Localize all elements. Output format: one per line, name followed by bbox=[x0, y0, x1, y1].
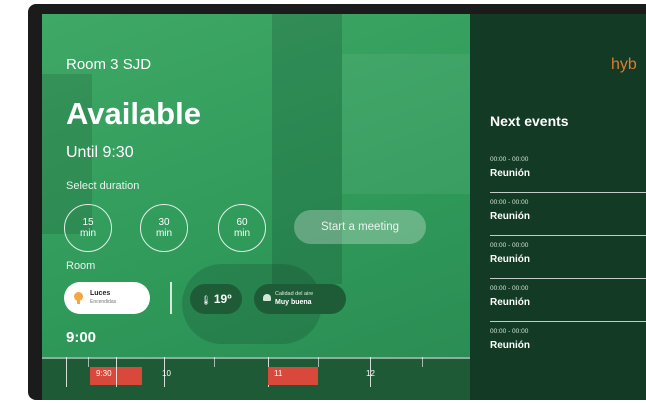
event-title: Reunión bbox=[490, 211, 530, 222]
room-section-label: Room bbox=[66, 260, 96, 272]
lightbulb-icon bbox=[74, 292, 83, 304]
booking-start-label: 9:30 bbox=[96, 369, 112, 378]
thermometer-icon: 🌡︎ bbox=[200, 295, 212, 305]
event-title: Reunión bbox=[490, 297, 530, 308]
day-timeline[interactable]: 9:30 10 11 12 bbox=[42, 357, 470, 400]
timeline-tick bbox=[116, 357, 117, 387]
device-bezel: Room 3 SJD Available Until 9:30 Select d… bbox=[28, 4, 646, 400]
event-item[interactable]: 00:00 - 00:00 Reunión bbox=[490, 236, 646, 279]
controls-divider bbox=[170, 282, 172, 314]
current-time: 9:00 bbox=[66, 329, 97, 346]
timeline-minor-tick bbox=[318, 357, 319, 367]
lights-status: Encendidas bbox=[90, 299, 117, 305]
duration-60-button[interactable]: 60 min bbox=[218, 204, 266, 252]
air-quality-label: Calidad del aire bbox=[275, 291, 314, 297]
home-icon bbox=[263, 294, 271, 301]
air-quality-chip[interactable]: Calidad del aire Muy buena bbox=[254, 284, 346, 314]
duration-value: 30 bbox=[158, 217, 170, 228]
room-display-screen: Room 3 SJD Available Until 9:30 Select d… bbox=[42, 14, 646, 400]
brand-logo: hyb bbox=[611, 56, 637, 73]
duration-value: 15 bbox=[82, 217, 94, 228]
duration-unit: min bbox=[233, 228, 251, 239]
duration-15-button[interactable]: 15 min bbox=[64, 204, 112, 252]
duration-value: 60 bbox=[236, 217, 248, 228]
timeline-hour-label: 12 bbox=[366, 369, 375, 378]
events-sidebar: hyb Next events 00:00 - 00:00 Reunión 00… bbox=[470, 14, 646, 400]
event-item[interactable]: 00:00 - 00:00 Reunión bbox=[490, 193, 646, 236]
event-title: Reunión bbox=[490, 254, 530, 265]
event-title: Reunión bbox=[490, 168, 530, 179]
select-duration-label: Select duration bbox=[66, 180, 140, 192]
availability-status: Available bbox=[66, 96, 201, 131]
timeline-minor-tick bbox=[88, 357, 89, 367]
event-time: 00:00 - 00:00 bbox=[490, 328, 529, 335]
now-marker bbox=[66, 357, 67, 387]
event-title: Reunión bbox=[490, 340, 530, 351]
temperature-chip[interactable]: 🌡︎ 19º bbox=[190, 284, 242, 314]
background-photo-overlay bbox=[342, 54, 470, 194]
lights-title: Luces bbox=[90, 290, 111, 297]
event-time: 00:00 - 00:00 bbox=[490, 242, 529, 249]
temperature-value: 19º bbox=[213, 292, 232, 306]
lights-toggle[interactable]: Luces Encendidas bbox=[64, 282, 150, 314]
event-item[interactable]: 00:00 - 00:00 Reunión bbox=[490, 150, 646, 193]
booking-start-label: 11 bbox=[274, 369, 283, 378]
duration-unit: min bbox=[79, 228, 97, 239]
duration-unit: min bbox=[155, 228, 173, 239]
room-status-panel: Room 3 SJD Available Until 9:30 Select d… bbox=[42, 14, 470, 400]
start-meeting-button[interactable]: Start a meeting bbox=[294, 210, 426, 244]
available-until: Until 9:30 bbox=[66, 144, 134, 161]
room-name: Room 3 SJD bbox=[66, 56, 152, 73]
event-item[interactable]: 00:00 - 00:00 Reunión bbox=[490, 279, 646, 322]
air-quality-value: Muy buena bbox=[275, 299, 312, 306]
duration-30-button[interactable]: 30 min bbox=[140, 204, 188, 252]
event-item[interactable]: 00:00 - 00:00 Reunión bbox=[490, 322, 646, 364]
next-events-title: Next events bbox=[490, 113, 569, 129]
timeline-hour-label: 10 bbox=[162, 369, 171, 378]
timeline-baseline bbox=[42, 357, 470, 359]
event-time: 00:00 - 00:00 bbox=[490, 199, 529, 206]
timeline-minor-tick bbox=[214, 357, 215, 367]
event-time: 00:00 - 00:00 bbox=[490, 156, 529, 163]
event-time: 00:00 - 00:00 bbox=[490, 285, 529, 292]
timeline-minor-tick bbox=[422, 357, 423, 367]
